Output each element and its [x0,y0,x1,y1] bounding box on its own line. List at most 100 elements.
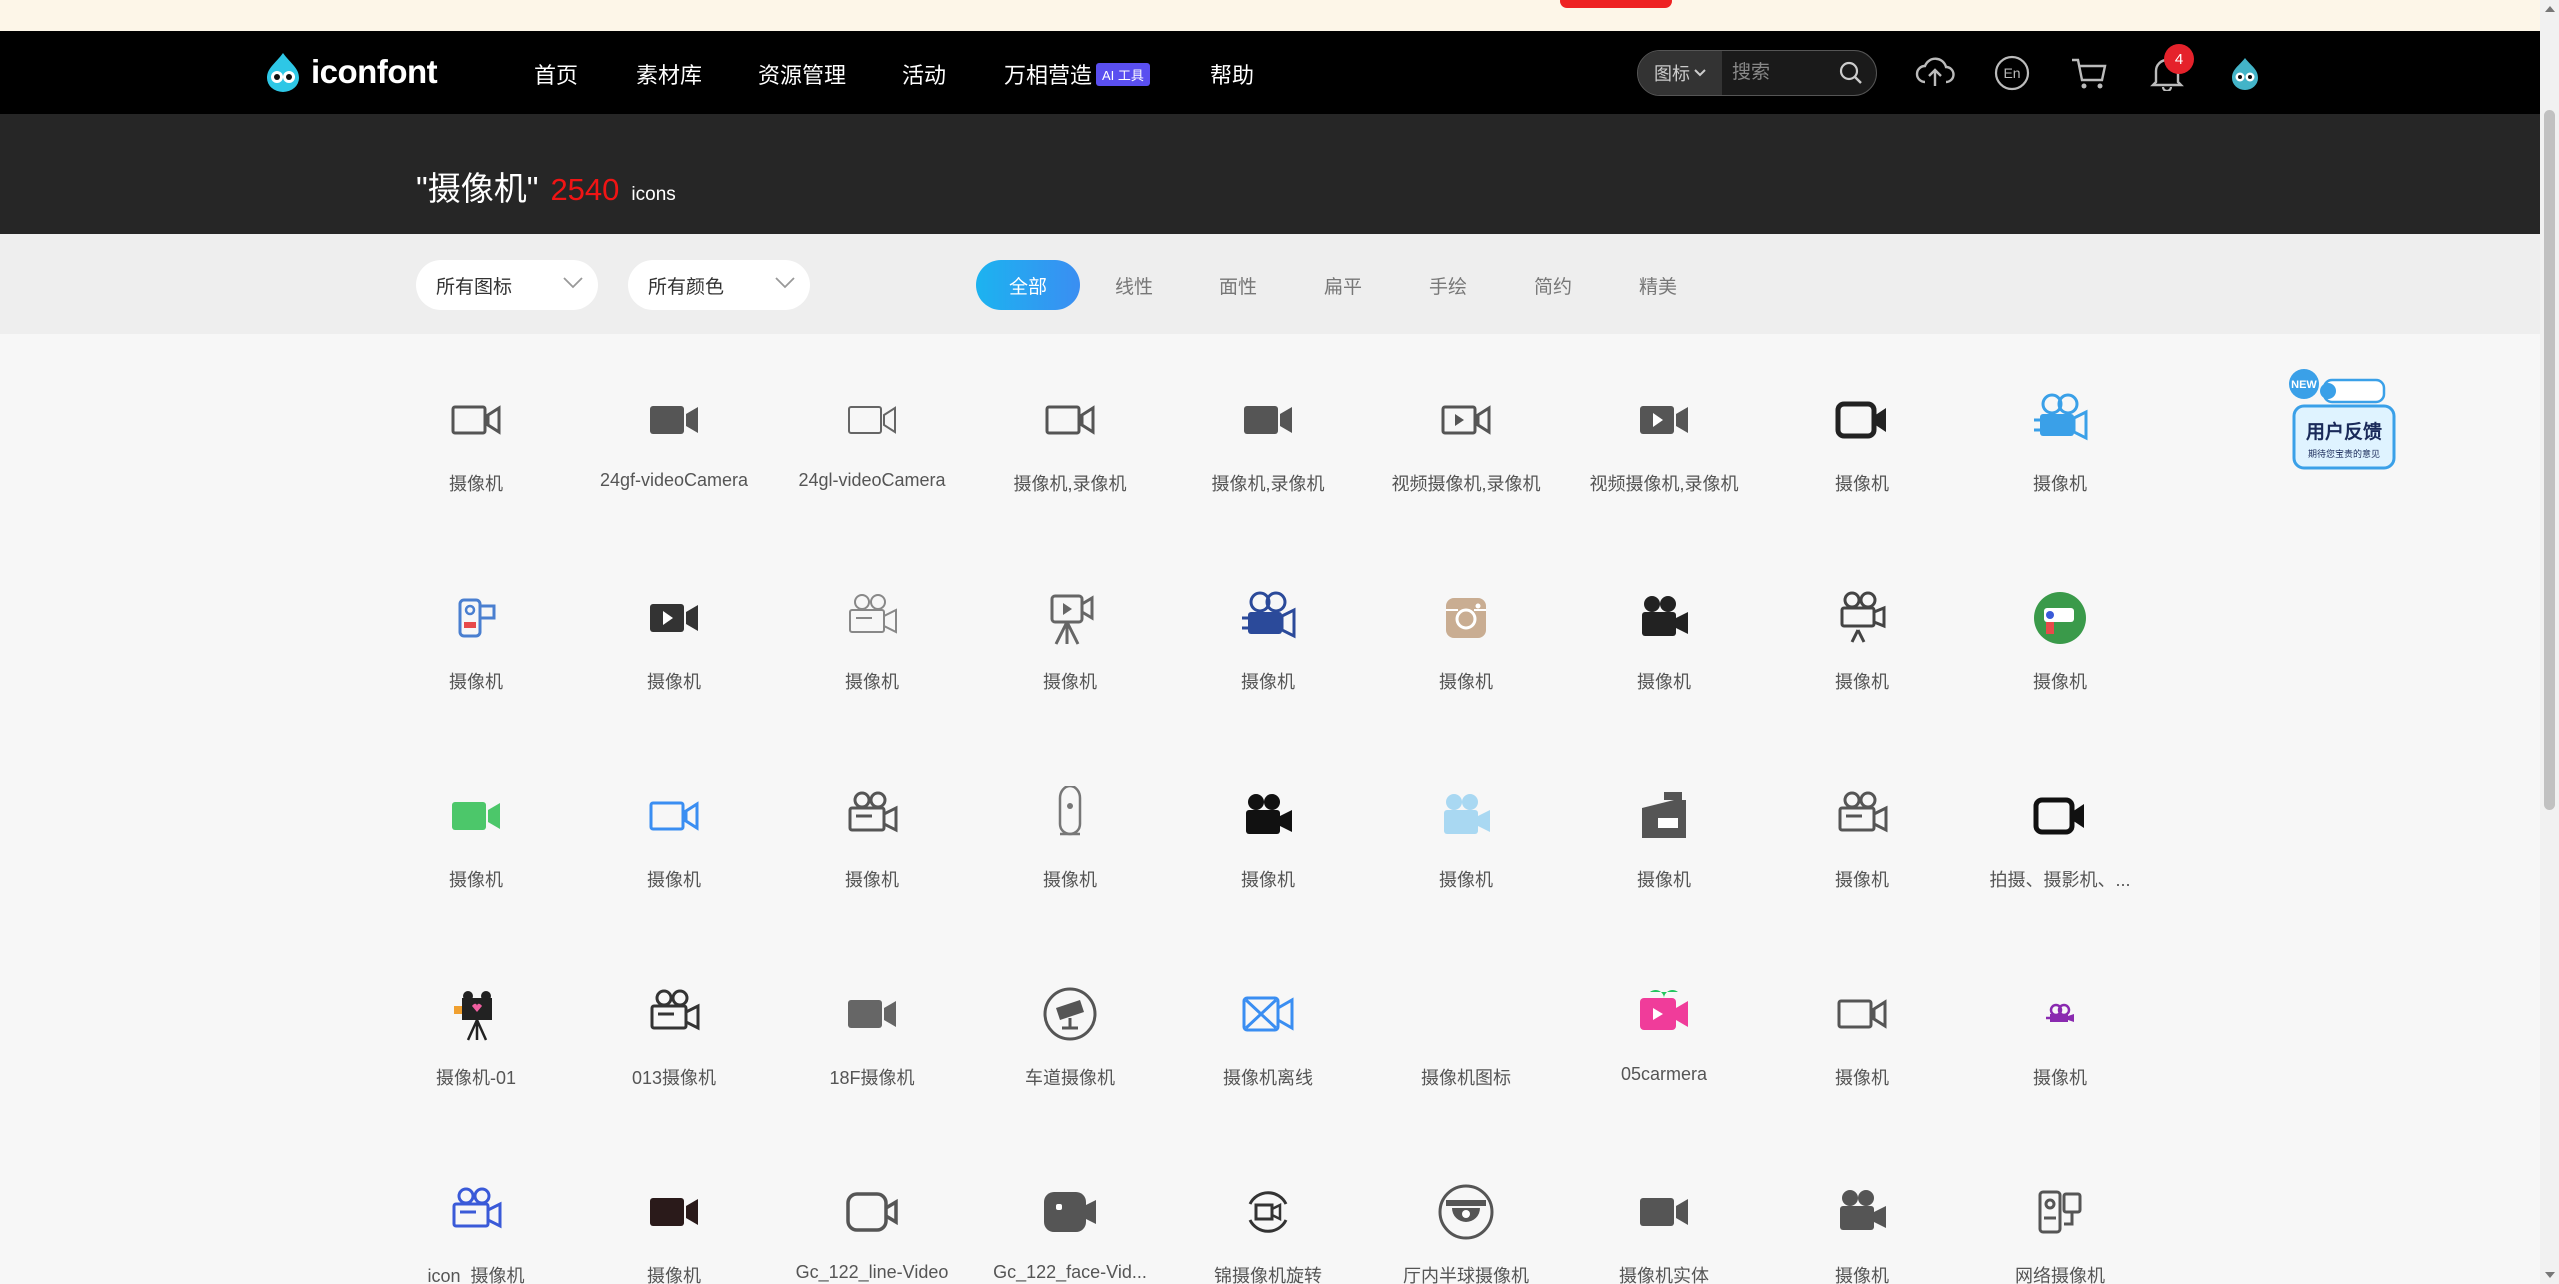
tab-handdrawn[interactable]: 手绘 [1414,260,1482,310]
brand-logo[interactable]: iconfont [261,47,438,97]
icon-card[interactable]: 车道摄像机 [971,928,1169,1126]
bell-icon[interactable]: 4 [2146,44,2194,94]
icon-card[interactable]: 摄像机 [575,730,773,928]
icon-card[interactable]: 摄像机 [575,532,773,730]
video-offline-icon [1238,984,1298,1044]
nav-item-ai-builder-label: 万相营造 [1004,63,1093,88]
search-icon[interactable] [1838,60,1864,86]
icon-card[interactable]: 摄像机 [575,1126,773,1284]
icon-card[interactable]: 摄像机 [377,334,575,532]
icon-card[interactable]: 摄像机 [377,730,575,928]
video-outline-icon [1832,984,1892,1044]
icon-card[interactable]: 摄像机 [1961,334,2137,532]
nav-item-activity[interactable]: 活动 [902,58,946,90]
icon-card-label: 摄像机-01 [435,1068,516,1088]
icon-card[interactable]: 摄像机 [1763,1126,1961,1284]
tab-all[interactable]: 全部 [976,260,1080,310]
user-avatar[interactable] [2224,52,2266,94]
icon-card[interactable]: 摄像机离线 [1169,928,1367,1126]
nav-item-help[interactable]: 帮助 [1210,58,1254,90]
page-scrollbar[interactable] [2540,0,2559,1284]
feedback-icon: NEW 用户反馈 期待您宝贵的意见 [2289,369,2396,470]
feedback-widget[interactable]: NEW 用户反馈 期待您宝贵的意见 [2288,366,2400,478]
icon-card-label: 摄像机离线 [1223,1068,1313,1088]
icon-card[interactable]: 013摄像机 [575,928,773,1126]
icon-card[interactable]: 24gf-videoCamera [575,334,773,532]
video-solid-icon [644,1182,704,1242]
tab-exquisite[interactable]: 精美 [1624,260,1692,310]
icon-card[interactable]: 摄像机 [1763,532,1961,730]
search-input[interactable] [1732,62,1842,84]
icon-card[interactable]: 18F摄像机 [773,928,971,1126]
icon-card[interactable]: 摄像机 [1367,730,1565,928]
icon-card[interactable]: 摄像机 [377,532,575,730]
search-scope-select[interactable]: 图标 [1638,51,1722,95]
icon-card[interactable]: 摄像机,录像机 [971,334,1169,532]
icon-card[interactable]: 摄像机 [1367,532,1565,730]
icon-card[interactable]: 摄像机图标 [1367,928,1565,1126]
icon-card[interactable]: 锦摄像机旋转 [1169,1126,1367,1284]
video-bold-outline-icon [2030,786,2090,846]
icon-card[interactable]: 视频摄像机,录像机 [1367,334,1565,532]
icon-card[interactable]: 摄像机 [1763,730,1961,928]
promo-pill[interactable] [1560,0,1672,8]
search-box: 图标 [1637,50,1877,96]
icon-card[interactable]: 摄像机 [1961,532,2137,730]
language-en-icon[interactable]: En [1991,52,2033,94]
icon-card[interactable]: 厅内半球摄像机 [1367,1126,1565,1284]
icon-card[interactable]: Gc_122_face-Vid... [971,1126,1169,1284]
tab-linear[interactable]: 线性 [1100,260,1168,310]
upload-cloud-icon[interactable] [1914,52,1956,94]
scroll-down-arrow[interactable] [2545,1272,2555,1278]
icon-card-label: 013摄像机 [631,1068,717,1088]
icon-card[interactable]: Gc_122_line-Video [773,1126,971,1284]
icon-card-label: 摄像机 [1835,474,1889,494]
chevron-down-icon [563,277,583,289]
icon-card-label: 锦摄像机旋转 [1214,1266,1322,1284]
icon-card[interactable]: 摄像机 [1565,730,1763,928]
scroll-up-arrow[interactable] [2545,6,2555,12]
tab-simple[interactable]: 简约 [1519,260,1587,310]
icon-card-label: 摄像机 [647,1266,701,1284]
video-rounded-outline-icon [842,1182,902,1242]
icon-color-dropdown[interactable]: 所有颜色 [628,260,810,310]
icon-card[interactable]: 摄像机 [1565,532,1763,730]
icon-card[interactable]: 摄像机 [1763,928,1961,1126]
icon-card[interactable]: icon_摄像机 [377,1126,575,1284]
icon-card[interactable]: 摄像机-01 [377,928,575,1126]
video-solid-icon [446,786,506,846]
nav-item-resources[interactable]: 资源管理 [758,58,846,90]
icon-card[interactable]: 拍摄、摄影机、... [1961,730,2137,928]
icon-card[interactable]: 05carmera [1565,928,1763,1126]
movie-camera-blue-icon [2030,390,2090,450]
icon-card-label: 摄像机,录像机 [1211,474,1325,494]
cart-icon[interactable] [2068,52,2110,94]
icon-card[interactable]: 摄像机 [773,730,971,928]
scrollbar-thumb[interactable] [2544,110,2555,810]
nav-item-home[interactable]: 首页 [534,58,578,90]
icon-card[interactable]: 摄像机,录像机 [1169,334,1367,532]
icon-card[interactable]: 视频摄像机,录像机 [1565,334,1763,532]
icon-card[interactable]: 摄像机 [1961,928,2137,1126]
icon-card[interactable]: 摄像机 [1169,532,1367,730]
icon-card[interactable]: 摄像机 [971,730,1169,928]
icon-card[interactable]: 摄像机 [1169,730,1367,928]
icon-type-dropdown[interactable]: 所有图标 [416,260,598,310]
icon-card-label: 摄像机,录像机 [1013,474,1127,494]
icon-card-label: 摄像机 [1835,1266,1889,1284]
nav-item-library[interactable]: 素材库 [636,58,702,90]
icon-card[interactable]: 摄像机 [773,532,971,730]
camera-tripod-icon [1040,588,1100,648]
film-camera-outline-icon [842,786,902,846]
tab-filled[interactable]: 面性 [1204,260,1272,310]
video-play-pink-icon [1634,984,1694,1044]
nav-item-ai-builder[interactable]: 万相营造 AI 工具 [1004,58,1150,90]
icon-card[interactable]: 摄像机实体 [1565,1126,1763,1284]
icon-card[interactable]: 24gl-videoCamera [773,334,971,532]
tab-flat[interactable]: 扁平 [1309,260,1377,310]
icon-card-label: 拍摄、摄影机、... [1989,870,2131,890]
icon-card[interactable]: 摄像机 [971,532,1169,730]
icon-card[interactable]: 摄像机 [1763,334,1961,532]
iconfont-logo-icon [267,53,299,92]
icon-card[interactable]: 网络摄像机 [1961,1126,2137,1284]
